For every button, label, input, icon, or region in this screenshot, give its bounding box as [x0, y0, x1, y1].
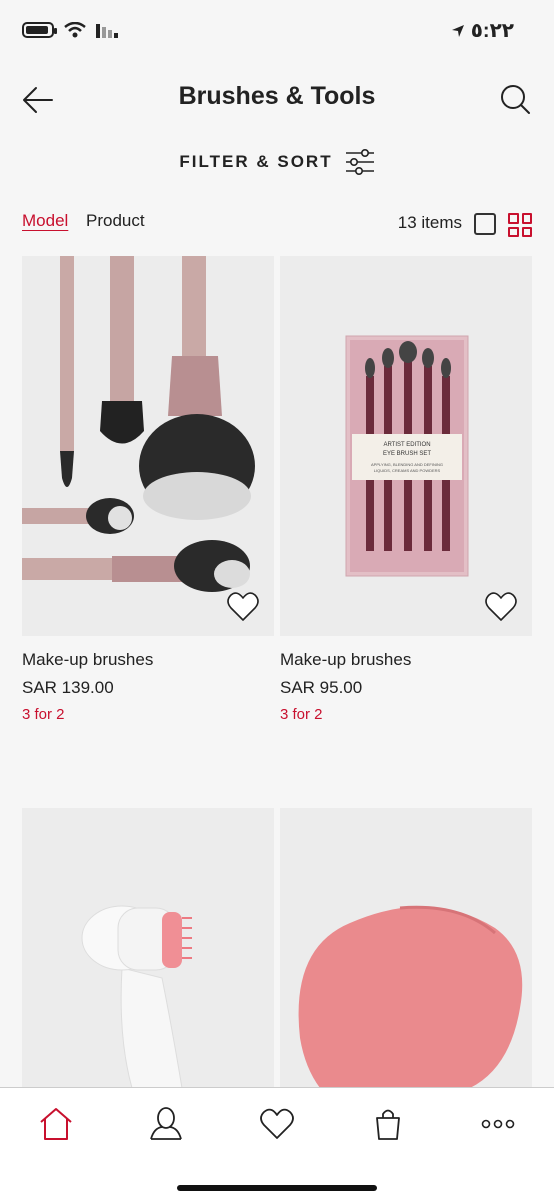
product-price: SAR 95.00: [280, 678, 363, 697]
filter-sort-label: FILTER & SORT: [179, 152, 333, 171]
product-card[interactable]: [22, 808, 274, 1102]
product-promo: 3 for 2: [280, 706, 323, 723]
status-time: ٥:٢٢: [470, 20, 514, 42]
packaging-line-1: ARTIST EDITION: [383, 442, 430, 448]
location-arrow-icon: [451, 24, 464, 37]
heart-icon[interactable]: [226, 590, 260, 624]
favorites-icon[interactable]: [259, 1106, 295, 1142]
product-price: SAR 139.00: [22, 678, 114, 697]
bottom-nav: [0, 1087, 554, 1201]
search-icon[interactable]: [498, 82, 532, 116]
filter-sort-button[interactable]: FILTER & SORT: [0, 142, 554, 182]
page-title: Brushes & Tools: [178, 82, 376, 110]
face-cleansing-brush-photo: [22, 808, 274, 1088]
tab-model[interactable]: Model: [22, 211, 68, 231]
home-indicator[interactable]: [177, 1185, 377, 1191]
product-name[interactable]: Make-up brushes: [22, 650, 274, 670]
item-count: 13 items: [397, 213, 462, 232]
sponge-mitt-photo: [280, 808, 532, 1088]
product-image[interactable]: ARTIST EDITION EYE BRUSH SET APPLYING, B…: [280, 256, 532, 636]
product-image[interactable]: [22, 256, 274, 636]
product-image[interactable]: [22, 808, 274, 1088]
product-name[interactable]: Make-up brushes: [280, 650, 532, 670]
tab-product[interactable]: Product: [86, 211, 145, 231]
signal-icon: [96, 24, 118, 38]
wifi-icon: [64, 22, 86, 38]
view-toolbar: Model Product 13 items: [0, 205, 554, 239]
more-icon[interactable]: [480, 1106, 516, 1142]
product-card[interactable]: ARTIST EDITION EYE BRUSH SET APPLYING, B…: [280, 256, 532, 723]
battery-icon: [22, 22, 57, 38]
packaging-line-3: APPLYING, BLENDING AND DEFINING: [371, 462, 443, 467]
product-card[interactable]: Make-up brushes SAR 139.00 3 for 2: [22, 256, 274, 723]
bag-icon[interactable]: [370, 1106, 406, 1142]
heart-icon[interactable]: [484, 590, 518, 624]
home-icon[interactable]: [38, 1106, 74, 1142]
product-image[interactable]: [280, 808, 532, 1088]
single-view-toggle[interactable]: [474, 213, 496, 235]
product-promo: 3 for 2: [22, 706, 65, 723]
account-icon[interactable]: [148, 1106, 184, 1142]
packaging-line-4: LIQUIDS, CREAMS AND POWDERS: [374, 468, 441, 473]
eye-brush-set-photo: ARTIST EDITION EYE BRUSH SET APPLYING, B…: [280, 256, 532, 636]
status-icons: [22, 22, 118, 38]
packaging-line-2: EYE BRUSH SET: [383, 451, 431, 457]
filter-sliders-icon: [345, 148, 374, 175]
status-bar: ٥:٢٢: [0, 0, 554, 60]
header: Brushes & Tools: [0, 70, 554, 130]
grid-view-toggle[interactable]: [508, 213, 532, 237]
product-card[interactable]: [280, 808, 532, 1102]
brushes-photo: [22, 256, 274, 636]
status-time-wrapper: ٥:٢٢: [451, 18, 514, 43]
